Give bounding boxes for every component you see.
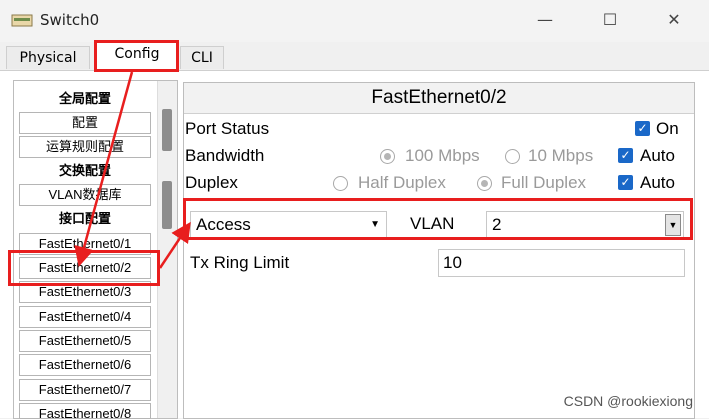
bandwidth-auto-checkbox[interactable]: ✓	[618, 148, 633, 163]
duplex-auto-label: Auto	[640, 173, 675, 192]
duplex-auto-checkbox[interactable]: ✓	[618, 175, 633, 190]
duplex-half-radio[interactable]	[333, 176, 348, 191]
sidebar-item-fa0-6[interactable]: FastEthernet0/6	[19, 354, 151, 376]
sidebar-item-settings[interactable]: 配置	[19, 112, 151, 134]
port-status-label: Port Status	[185, 119, 270, 138]
sidebar-heading-global: 全局配置	[19, 88, 151, 110]
bandwidth-10-label: 10 Mbps	[528, 146, 594, 165]
tx-ring-limit-label: Tx Ring Limit	[190, 253, 290, 272]
tx-ring-limit-input[interactable]: 10	[438, 249, 685, 277]
title-bar: Switch0 — ☐ ✕	[0, 0, 709, 42]
bandwidth-100-label: 100 Mbps	[405, 146, 480, 165]
duplex-label: Duplex	[185, 173, 238, 192]
sidebar-heading-interface: 接口配置	[19, 208, 151, 230]
duplex-full-radio[interactable]	[477, 176, 492, 191]
scrollbar-thumb-lower[interactable]	[162, 181, 172, 229]
bandwidth-100-radio[interactable]	[380, 149, 395, 164]
port-status-checkbox[interactable]: ✓	[635, 121, 650, 136]
sidebar-scrollbar[interactable]	[157, 81, 177, 418]
panel-title: FastEthernet0/2	[184, 83, 694, 114]
annotation-box-fa0-2	[8, 250, 160, 286]
window-title: Switch0	[40, 11, 100, 29]
app-icon	[11, 14, 33, 27]
sidebar-heading-switching: 交换配置	[19, 160, 151, 182]
tab-cli[interactable]: CLI	[180, 46, 224, 69]
watermark: CSDN @rookiexiong	[563, 393, 693, 409]
duplex-full-label: Full Duplex	[501, 173, 587, 192]
bandwidth-10-radio[interactable]	[505, 149, 520, 164]
sidebar-item-fa0-4[interactable]: FastEthernet0/4	[19, 306, 151, 328]
bandwidth-auto-label: Auto	[640, 146, 675, 165]
scrollbar-thumb[interactable]	[162, 109, 172, 151]
sidebar-item-fa0-7[interactable]: FastEthernet0/7	[19, 379, 151, 401]
minimize-icon[interactable]: —	[535, 10, 555, 30]
duplex-half-label: Half Duplex	[358, 173, 446, 192]
close-icon[interactable]: ✕	[664, 10, 684, 30]
sidebar-item-algorithm[interactable]: 运算规则配置	[19, 136, 151, 158]
sidebar-item-fa0-5[interactable]: FastEthernet0/5	[19, 330, 151, 352]
bandwidth-label: Bandwidth	[185, 146, 265, 165]
port-status-on-label: On	[656, 119, 679, 138]
sidebar-item-vlan-database[interactable]: VLAN数据库	[19, 184, 151, 206]
maximize-icon[interactable]: ☐	[600, 10, 620, 30]
annotation-box-config-tab	[94, 40, 179, 72]
annotation-box-vlan-row	[183, 198, 693, 240]
interface-panel: FastEthernet0/2 Port Status ✓ On Bandwid…	[183, 82, 695, 419]
tab-physical[interactable]: Physical	[6, 46, 90, 69]
